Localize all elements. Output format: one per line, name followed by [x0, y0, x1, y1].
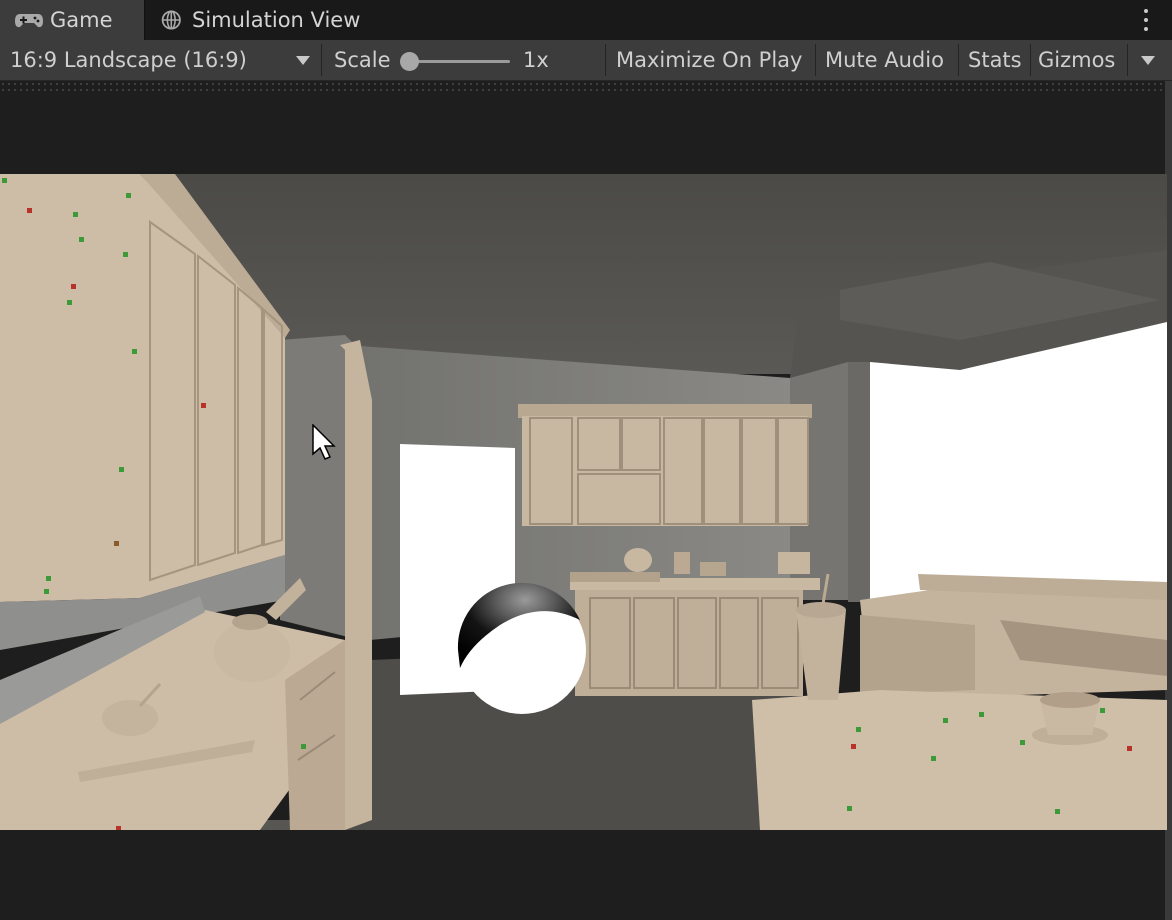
scale-label: Scale [334, 40, 391, 80]
gizmos-toggle[interactable]: Gizmos [1038, 40, 1115, 80]
tab-game[interactable]: Game [0, 0, 145, 40]
gizmos-dropdown-icon[interactable] [1141, 56, 1155, 65]
mute-audio-toggle[interactable]: Mute Audio [825, 40, 944, 80]
tab-game-label: Game [50, 8, 113, 32]
gizmos-label: Gizmos [1038, 48, 1116, 72]
stats-toggle[interactable]: Stats [968, 40, 1022, 80]
stats-label: Stats [968, 48, 1022, 72]
chevron-down-icon[interactable] [296, 56, 310, 65]
scale-slider-knob[interactable] [400, 52, 419, 71]
mute-audio-label: Mute Audio [825, 48, 944, 72]
tab-simulation-label: Simulation View [192, 8, 361, 32]
tab-bar: Game Simulation View [0, 0, 1172, 41]
maximize-on-play-toggle[interactable]: Maximize On Play [616, 40, 802, 80]
globe-icon [161, 10, 181, 30]
aspect-dropdown[interactable]: 16:9 Landscape (16:9) [10, 40, 310, 80]
kebab-menu-icon[interactable] [1142, 9, 1150, 31]
scale-value: 1x [523, 40, 549, 80]
maximize-on-play-label: Maximize On Play [616, 48, 803, 72]
game-toolbar: 16:9 Landscape (16:9) Scale 1x Maximize … [0, 40, 1172, 81]
scale-label-text: Scale [334, 48, 391, 72]
game-viewport[interactable] [0, 174, 1167, 830]
mouse-cursor-icon [312, 424, 336, 460]
scale-slider-track[interactable] [408, 60, 510, 63]
game-view-top-edge [0, 81, 1172, 91]
scale-value-text: 1x [523, 48, 549, 72]
aspect-selected: 16:9 Landscape (16:9) [10, 48, 247, 72]
tab-simulation-view[interactable]: Simulation View [146, 0, 376, 40]
gamepad-icon [15, 14, 43, 28]
